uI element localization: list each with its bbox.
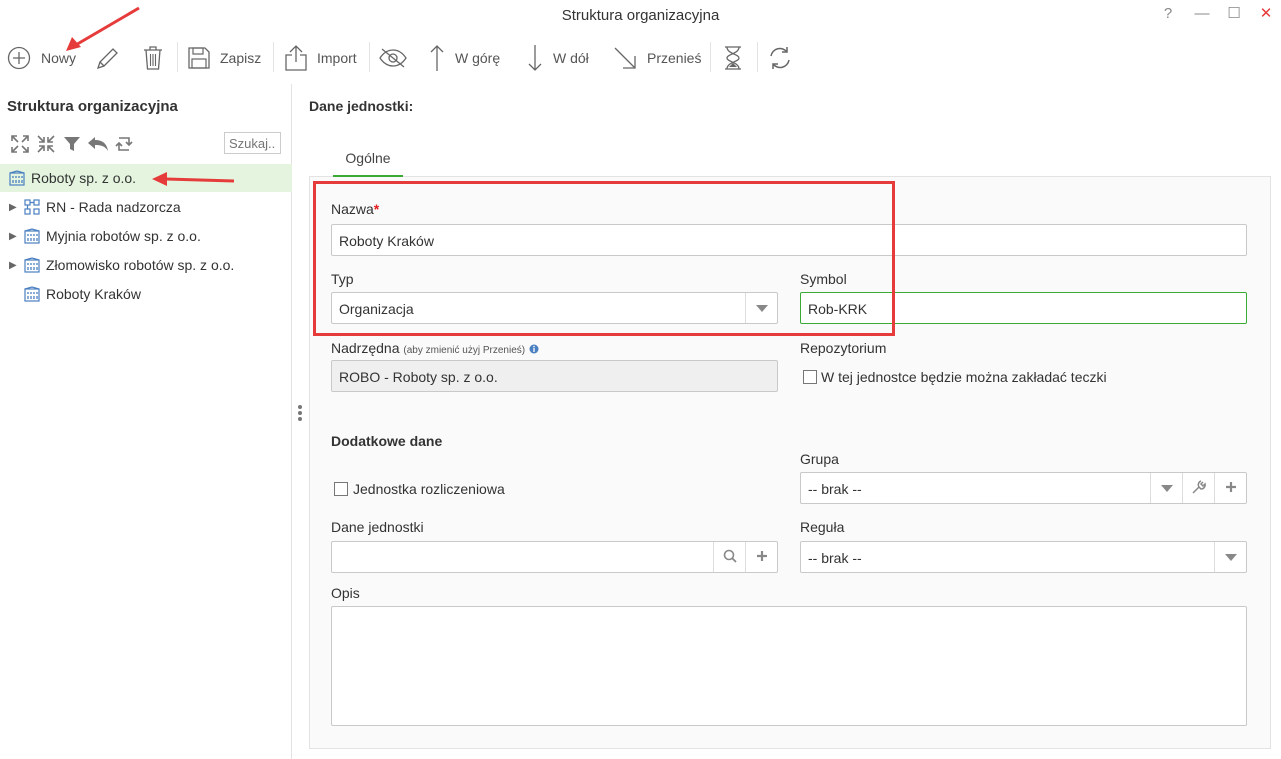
history-button[interactable] <box>723 36 743 80</box>
sync-icon[interactable] <box>113 134 135 154</box>
unit-data-add-button[interactable] <box>745 542 777 572</box>
arrow-down-icon <box>527 44 543 72</box>
annotation-highlight-box <box>313 181 895 336</box>
plus-circle-icon <box>7 46 31 70</box>
repository-checkbox[interactable] <box>803 370 817 384</box>
plus-icon <box>756 549 768 565</box>
description-textarea[interactable] <box>331 606 1247 726</box>
hourglass-icon <box>723 46 743 70</box>
tree-item[interactable]: ▶ Złomowisko robotów sp. z o.o. <box>0 251 292 279</box>
toggle-visibility-button[interactable] <box>379 36 407 80</box>
refresh-button[interactable] <box>768 36 792 80</box>
save-button-label: Zapisz <box>220 50 262 66</box>
tree-item-label: Myjnia robotów sp. z o.o. <box>46 228 201 244</box>
wrench-icon <box>1191 479 1206 497</box>
repository-checkbox-label: W tej jednostce będzie można zakładać te… <box>821 369 1107 385</box>
import-button[interactable]: Import <box>285 36 357 80</box>
group-label: Grupa <box>800 451 839 467</box>
parent-label: Nadrzędna (aby zmienić użyj Przenieś) <box>331 340 539 357</box>
building-icon <box>9 170 25 186</box>
upload-icon <box>285 45 307 71</box>
move-down-button[interactable]: W dół <box>527 36 589 80</box>
rule-label: Reguła <box>800 519 845 535</box>
annotation-arrow-tree <box>152 172 235 186</box>
annotation-arrow-new <box>66 6 140 51</box>
parent-input: ROBO - Roboty sp. z o.o. <box>331 360 778 392</box>
help-button[interactable]: ? <box>1156 4 1180 24</box>
window-titlebar: Struktura organizacyjna ? — ☐ ✕ <box>0 0 1281 32</box>
group-dropdown-button[interactable] <box>1150 473 1182 503</box>
group-select[interactable]: -- brak -- <box>800 472 1247 504</box>
building-icon <box>24 257 40 273</box>
description-label: Opis <box>331 585 360 601</box>
trash-icon <box>143 45 163 71</box>
tree-item[interactable]: ▶ RN - Rada nadzorcza <box>0 193 292 221</box>
settlement-unit-label: Jednostka rozliczeniowa <box>353 481 505 497</box>
expand-arrow-icon[interactable]: ▶ <box>9 231 19 242</box>
tree-toolbar <box>9 134 135 154</box>
unit-data-search-button[interactable] <box>713 542 745 572</box>
move-down-label: W dół <box>553 50 589 66</box>
refresh-icon <box>768 46 792 70</box>
undo-icon[interactable] <box>87 134 109 154</box>
tree-title: Struktura organizacyjna <box>7 98 178 115</box>
plus-icon <box>1225 480 1237 496</box>
rule-select-value: -- brak -- <box>808 550 862 566</box>
org-chart-icon <box>24 199 40 215</box>
maximize-button[interactable]: ☐ <box>1222 4 1246 24</box>
tree-item-label: Roboty sp. z o.o. <box>31 170 137 186</box>
arrow-up-icon <box>429 44 445 72</box>
toolbar: Nowy Zapisz Import W górę W dół Przenieś <box>0 36 1281 80</box>
expand-arrow-icon[interactable]: ▶ <box>9 260 19 271</box>
window-title: Struktura organizacyjna <box>561 7 720 24</box>
expand-arrow-icon[interactable]: ▶ <box>9 202 19 213</box>
tree-search-input[interactable] <box>224 132 281 154</box>
group-select-value: -- brak -- <box>808 481 862 497</box>
import-button-label: Import <box>317 50 357 66</box>
floppy-disk-icon <box>188 47 210 69</box>
move-up-button[interactable]: W górę <box>429 36 500 80</box>
group-add-button[interactable] <box>1214 473 1246 503</box>
move-up-label: W górę <box>455 50 501 66</box>
group-settings-button[interactable] <box>1182 473 1214 503</box>
arrow-diagonal-icon <box>613 46 637 70</box>
delete-button[interactable] <box>143 36 163 80</box>
save-button[interactable]: Zapisz <box>188 36 261 80</box>
form-title: Dane jednostki: <box>309 98 414 114</box>
rule-select[interactable]: -- brak -- <box>800 541 1247 573</box>
expand-all-icon[interactable] <box>9 134 31 154</box>
move-button[interactable]: Przenieś <box>613 36 701 80</box>
unit-data-label: Dane jednostki <box>331 519 424 535</box>
parent-hint: (aby zmienić użyj Przenieś) <box>403 345 526 356</box>
tree-item[interactable]: Roboty sp. z o.o. <box>0 164 292 192</box>
building-icon <box>24 228 40 244</box>
chevron-down-icon <box>1224 549 1237 565</box>
filter-icon[interactable] <box>61 134 83 154</box>
rule-dropdown-button[interactable] <box>1214 542 1246 572</box>
building-icon <box>24 286 40 302</box>
info-icon <box>529 341 539 357</box>
tab-bar: Ogólne <box>309 140 1271 177</box>
tab-general[interactable]: Ogólne <box>333 148 403 177</box>
tree-item[interactable]: Roboty Kraków <box>0 280 292 308</box>
panel-splitter[interactable] <box>298 405 302 425</box>
close-button[interactable]: ✕ <box>1254 4 1278 24</box>
tree-item-label: Złomowisko robotów sp. z o.o. <box>46 257 235 273</box>
repository-label: Repozytorium <box>800 340 887 356</box>
minimize-button[interactable]: — <box>1190 4 1214 24</box>
tree-item[interactable]: ▶ Myjnia robotów sp. z o.o. <box>0 222 292 250</box>
tree-panel: Struktura organizacyjna Roboty sp. z o.o… <box>0 84 292 759</box>
tree-item-label: Roboty Kraków <box>46 286 141 302</box>
settlement-unit-checkbox[interactable] <box>334 482 348 496</box>
collapse-all-icon[interactable] <box>35 134 57 154</box>
chevron-down-icon <box>1160 480 1173 496</box>
tree-item-label: RN - Rada nadzorcza <box>46 199 181 215</box>
extra-data-heading: Dodatkowe dane <box>331 433 443 449</box>
eye-slash-icon <box>379 47 407 69</box>
unit-data-input[interactable] <box>331 541 778 573</box>
search-icon <box>723 549 737 566</box>
move-button-label: Przenieś <box>647 50 702 66</box>
parent-label-text: Nadrzędna <box>331 340 400 356</box>
